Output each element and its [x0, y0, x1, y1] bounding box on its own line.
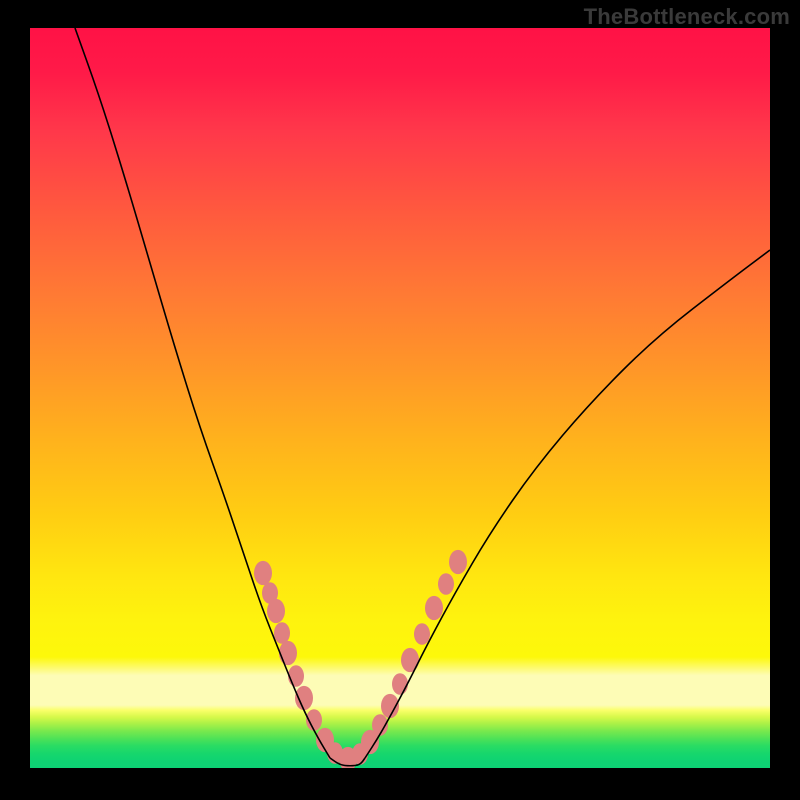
marker-layer: [254, 550, 467, 768]
marker-blob: [414, 623, 430, 645]
marker-blob: [279, 641, 297, 665]
marker-blob: [401, 648, 419, 672]
marker-blob: [425, 596, 443, 620]
marker-blob: [254, 561, 272, 585]
marker-blob: [438, 573, 454, 595]
right-branch-curve: [365, 250, 770, 758]
marker-blob: [288, 665, 304, 687]
watermark-text: TheBottleneck.com: [584, 4, 790, 30]
marker-blob: [274, 622, 290, 644]
marker-blob: [449, 550, 467, 574]
chart-frame: TheBottleneck.com: [0, 0, 800, 800]
marker-blob: [267, 599, 285, 623]
curve-layer: [30, 28, 770, 768]
marker-blob: [392, 673, 408, 695]
plot-area: [30, 28, 770, 768]
